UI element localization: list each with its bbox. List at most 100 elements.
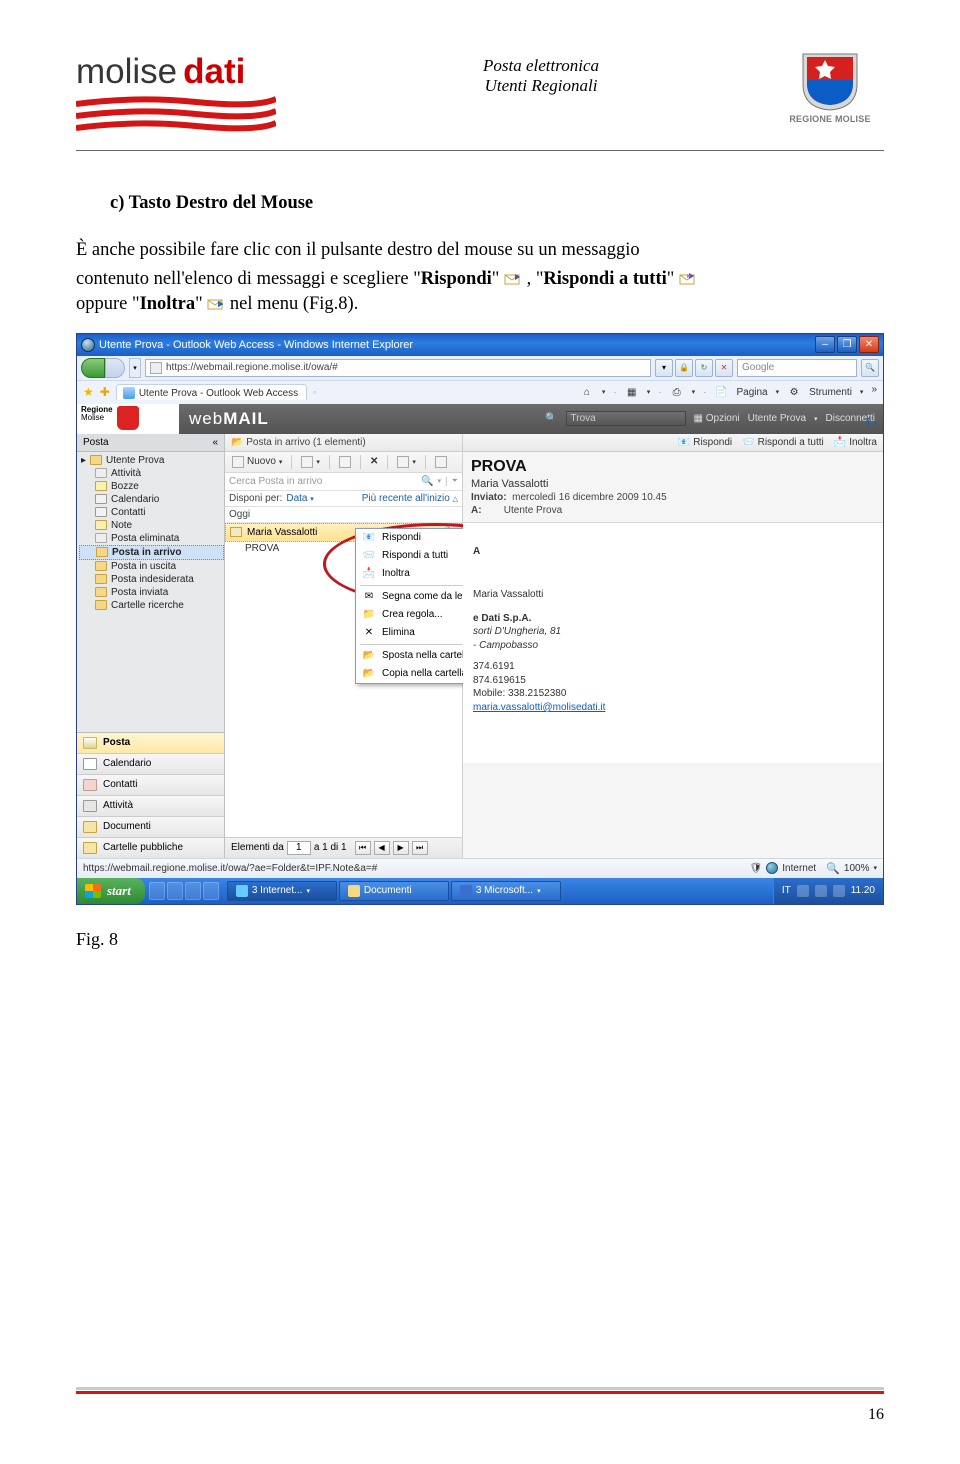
msg-subject: PROVA bbox=[471, 458, 875, 476]
mail-icon bbox=[230, 527, 242, 537]
page-prev[interactable]: ◀ bbox=[374, 841, 390, 855]
stop-button[interactable]: ✕ bbox=[715, 359, 733, 377]
tab-favicon bbox=[123, 387, 135, 399]
sort-order[interactable]: Più recente all'inizio △ bbox=[362, 493, 458, 504]
browser-tab[interactable]: Utente Prova - Outlook Web Access bbox=[116, 384, 307, 400]
security-zone: 🛡Internet bbox=[750, 862, 817, 874]
back-button[interactable] bbox=[81, 358, 105, 378]
close-button[interactable]: ✕ bbox=[859, 336, 879, 353]
paragraph-line-2: contenuto nell'elenco di messaggi e sceg… bbox=[76, 267, 884, 292]
tools-menu[interactable]: Strumenti bbox=[809, 387, 852, 398]
task-documents[interactable]: Documenti bbox=[339, 881, 449, 901]
tree-eliminata[interactable]: Posta eliminata bbox=[79, 532, 224, 545]
tbtn-1[interactable]: ▾ bbox=[298, 455, 323, 469]
nav-calendario[interactable]: Calendario bbox=[77, 753, 224, 774]
tbtn-2[interactable] bbox=[336, 455, 354, 469]
help-icon[interactable]: ℹ ▾ bbox=[866, 416, 877, 429]
minimize-button[interactable]: – bbox=[815, 336, 835, 353]
logo-regione-molise: REGIONE MOLISE bbox=[776, 52, 884, 124]
nav-history-dropdown[interactable]: ▾ bbox=[129, 358, 141, 378]
options-link[interactable]: ▦ Opzioni bbox=[694, 413, 740, 424]
favorites-icon[interactable]: ★ bbox=[83, 385, 94, 399]
add-favorite-icon[interactable]: ✚ bbox=[100, 385, 110, 399]
pane-forward[interactable]: 📩 Inoltra bbox=[834, 437, 877, 448]
pane-reply-all[interactable]: 📨 Rispondi a tutti bbox=[742, 437, 824, 448]
zoom-control[interactable]: 🔍100%▾ bbox=[826, 862, 877, 875]
tbtn-4[interactable] bbox=[432, 455, 450, 469]
lang-indicator[interactable]: IT bbox=[782, 885, 791, 896]
clock[interactable]: 11.20 bbox=[851, 885, 875, 896]
tree-note[interactable]: Note bbox=[79, 519, 224, 532]
page-from-input[interactable]: 1 bbox=[287, 841, 311, 855]
task-word[interactable]: 3 Microsoft... ▾ bbox=[451, 881, 561, 901]
window-title: Utente Prova - Outlook Web Access - Wind… bbox=[99, 339, 413, 351]
address-bar[interactable]: https://webmail.regione.molise.it/owa/# bbox=[145, 359, 651, 377]
tree-contatti[interactable]: Contatti bbox=[79, 506, 224, 519]
red-stripes-decoration bbox=[76, 96, 306, 136]
forward-button[interactable] bbox=[105, 358, 125, 378]
tree-inviata[interactable]: Posta inviata bbox=[79, 586, 224, 599]
tree-indesiderata[interactable]: Posta indesiderata bbox=[79, 573, 224, 586]
search-engine-box[interactable]: Google bbox=[737, 359, 857, 377]
system-tray: IT 11.20 bbox=[773, 878, 883, 904]
page-menu-icon[interactable]: 📄 bbox=[714, 385, 728, 399]
tree-calendario[interactable]: Calendario bbox=[79, 493, 224, 506]
paging-bar: Elementi da 1 a 1 di 1 ⏮ ◀ ▶ ⏭ bbox=[225, 837, 462, 858]
page-last[interactable]: ⏭ bbox=[412, 841, 428, 855]
message-list-pane: 📂 Posta in arrivo (1 elementi) Nuovo ▾ ▾… bbox=[225, 434, 463, 858]
section-heading: c) Tasto Destro del Mouse bbox=[110, 191, 884, 216]
new-tab-button[interactable]: ▫ bbox=[313, 388, 316, 397]
tree-inbox[interactable]: Posta in arrivo bbox=[79, 545, 224, 560]
address-dropdown[interactable]: ▾ bbox=[655, 359, 673, 377]
nav-documenti[interactable]: Documenti bbox=[77, 816, 224, 837]
footer-stripe bbox=[76, 1387, 884, 1394]
sort-row: Disponi per: Data ▾ Più recente all'iniz… bbox=[225, 491, 462, 507]
titlebar: Utente Prova - Outlook Web Access - Wind… bbox=[77, 334, 883, 356]
ql-2[interactable] bbox=[167, 882, 183, 900]
print-icon[interactable]: ⎙ bbox=[670, 385, 684, 399]
nav-cartelle-pubbliche[interactable]: Cartelle pubbliche bbox=[77, 837, 224, 858]
ql-3[interactable] bbox=[185, 882, 201, 900]
tree-root[interactable]: ▸Utente Prova bbox=[79, 454, 224, 467]
page-next[interactable]: ▶ bbox=[393, 841, 409, 855]
user-menu[interactable]: Utente Prova bbox=[748, 413, 806, 424]
tbtn-3[interactable]: ▾ bbox=[394, 455, 419, 469]
figure-caption: Fig. 8 bbox=[76, 929, 884, 950]
sidebar-collapse[interactable]: « bbox=[212, 437, 218, 448]
page-first[interactable]: ⏮ bbox=[355, 841, 371, 855]
tray-icon-1[interactable] bbox=[797, 885, 809, 897]
tree-ricerche[interactable]: Cartelle ricerche bbox=[79, 599, 224, 612]
home-icon[interactable]: ⌂ bbox=[580, 385, 594, 399]
feeds-icon[interactable]: ▦ bbox=[625, 385, 639, 399]
sidebar-title: Posta bbox=[83, 437, 109, 448]
page-menu[interactable]: Pagina bbox=[736, 387, 767, 398]
ql-4[interactable] bbox=[203, 882, 219, 900]
start-button[interactable]: start bbox=[77, 878, 145, 904]
search-go-button[interactable]: 🔍 bbox=[861, 359, 879, 377]
pane-reply[interactable]: 📧 Rispondi bbox=[678, 437, 732, 448]
refresh-button[interactable]: ↻ bbox=[695, 359, 713, 377]
logo-text-dati: dati bbox=[183, 52, 245, 92]
list-search-row[interactable]: Cerca Posta in arrivo 🔍▾|⏷ bbox=[225, 473, 462, 491]
email-link[interactable]: maria.vassalotti@molisedati.it bbox=[473, 702, 605, 713]
task-ie[interactable]: 3 Internet... ▾ bbox=[227, 881, 337, 901]
tray-icon-2[interactable] bbox=[815, 885, 827, 897]
nav-attivita[interactable]: Attività bbox=[77, 795, 224, 816]
nav-bar: ▾ https://webmail.regione.molise.it/owa/… bbox=[77, 356, 883, 380]
trova-input[interactable]: Trova bbox=[566, 411, 686, 426]
msg-body: A Maria Vassalotti e Dati S.p.A. sorti D… bbox=[463, 523, 883, 763]
tree-bozze[interactable]: Bozze bbox=[79, 480, 224, 493]
tools-icon[interactable]: ⚙ bbox=[787, 385, 801, 399]
tree-uscita[interactable]: Posta in uscita bbox=[79, 560, 224, 573]
search-icon[interactable]: 🔍 bbox=[545, 413, 557, 424]
nav-contatti[interactable]: Contatti bbox=[77, 774, 224, 795]
delete-button[interactable]: ✕ bbox=[367, 455, 381, 468]
nav-posta[interactable]: Posta bbox=[77, 733, 224, 753]
tray-icon-3[interactable] bbox=[833, 885, 845, 897]
tree-attivita[interactable]: Attività bbox=[79, 467, 224, 480]
header-title: Posta elettronica Utenti Regionali bbox=[483, 56, 599, 97]
maximize-button[interactable]: ❐ bbox=[837, 336, 857, 353]
new-button[interactable]: Nuovo ▾ bbox=[229, 455, 285, 469]
ql-ie[interactable] bbox=[149, 882, 165, 900]
sort-by-date[interactable]: Data ▾ bbox=[286, 493, 313, 504]
